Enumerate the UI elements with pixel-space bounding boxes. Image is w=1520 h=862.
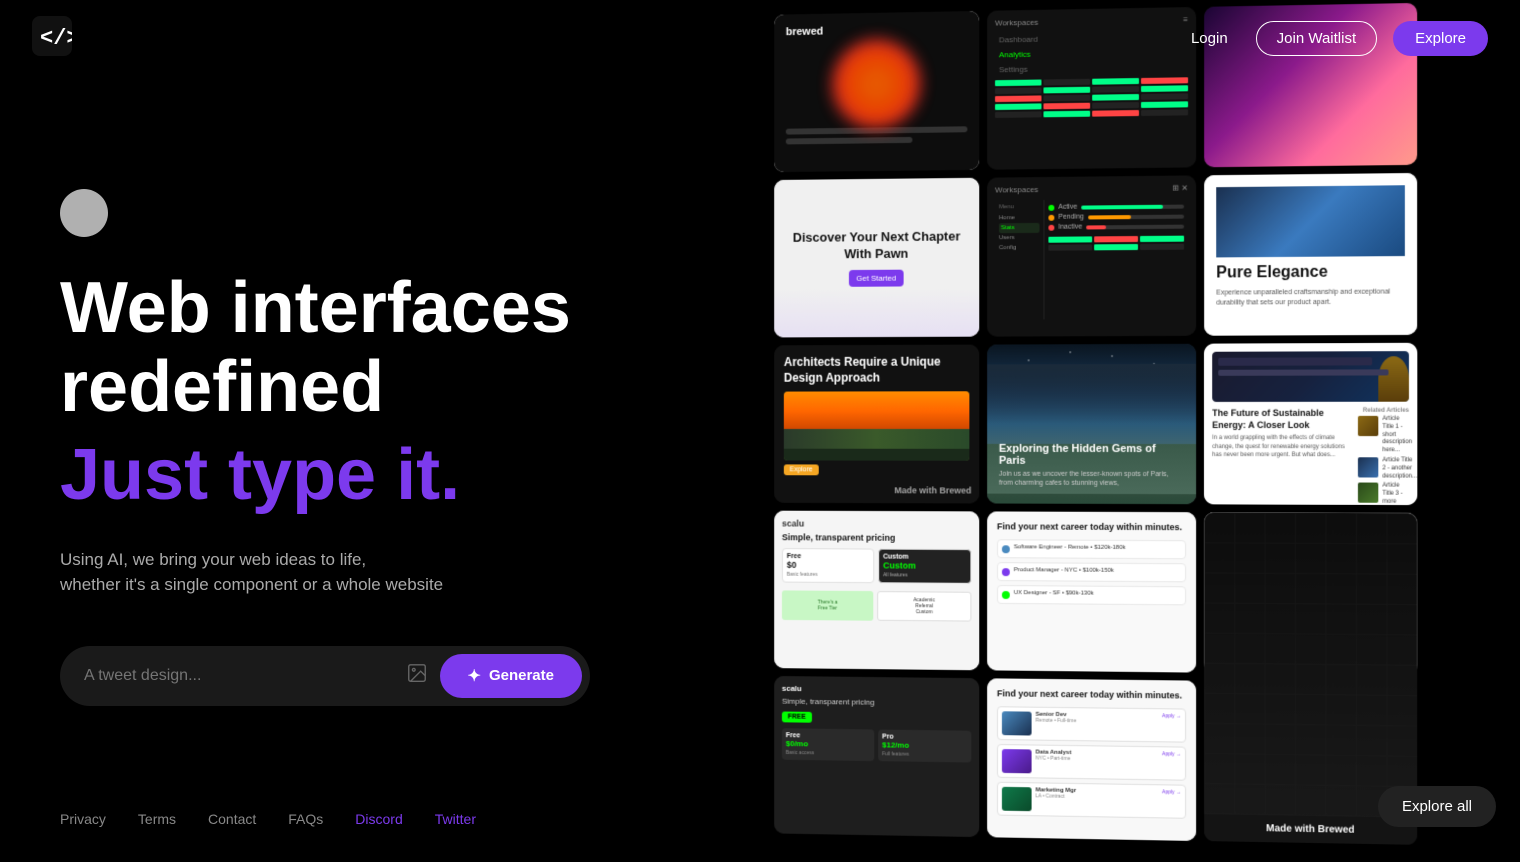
pawn-bg	[774, 287, 979, 337]
list-item[interactable]: Exploring the Hidden Gems of Paris Join …	[987, 344, 1196, 504]
career-item: Software Engineer - Remote • $120k-180k	[997, 539, 1186, 559]
list-item[interactable]: The Future of Sustainable Energy: A Clos…	[1204, 343, 1417, 505]
sustainable-title: The Future of Sustainable Energy: A Clos…	[1212, 408, 1354, 432]
career-title-2: Find your next career today within minut…	[997, 688, 1186, 702]
mountains-text-overlay: Exploring the Hidden Gems of Paris Join …	[999, 443, 1184, 488]
career-title: Find your next career today within minut…	[997, 521, 1186, 533]
scalu-badge: FREE	[782, 711, 812, 722]
gallery: brewed Workspaces ≡ Dashboard Analytics …	[766, 0, 1520, 862]
list-item[interactable]: Pure Elegance Experience unparalleled cr…	[1204, 173, 1417, 336]
career-item: Product Manager - NYC • $100k-150k	[997, 562, 1186, 582]
svg-text:</>: </>	[40, 26, 72, 51]
related-article-3: Article Title 3 - more content here	[1358, 483, 1409, 505]
scalu-logo: scalu	[782, 684, 971, 695]
search-input[interactable]	[84, 667, 406, 685]
pawn-cta-button[interactable]: Get Started	[848, 270, 904, 287]
pure-elegance-title: Pure Elegance	[1216, 262, 1405, 283]
list-item[interactable]: Find your next career today within minut…	[987, 511, 1196, 672]
footer-faqs[interactable]: FAQs	[288, 811, 323, 827]
search-bar: ✦ Generate	[60, 646, 590, 706]
grid-table	[995, 77, 1188, 118]
footer-discord[interactable]: Discord	[355, 811, 402, 827]
architects-cta[interactable]: Explore	[784, 465, 819, 476]
list-item[interactable]: scalu Simple, transparent pricing Free $…	[774, 511, 979, 671]
list-item[interactable]: Discover Your Next Chapter With Pawn Get…	[774, 178, 979, 338]
waitlist-button[interactable]: Join Waitlist	[1256, 21, 1377, 56]
pricing-title: Simple, transparent pricing	[782, 532, 971, 543]
nav-actions: Login Join Waitlist Explore	[1179, 21, 1488, 56]
pricing-logo: scalu	[782, 519, 971, 530]
footer: Privacy Terms Contact FAQs Discord Twitt…	[60, 811, 476, 827]
list-item[interactable]: Architects Require a Unique Design Appro…	[774, 345, 979, 504]
explore-all-button[interactable]: Explore all	[1378, 786, 1496, 827]
pricing-free: Free $0 Basic features	[782, 548, 874, 583]
related-article-2: Article Title 2 - another description...	[1358, 457, 1409, 481]
sparkle-icon: ✦	[468, 666, 481, 686]
hero-section: Web interfaces redefined Just type it. U…	[0, 0, 730, 855]
scalu-tagline: Simple, transparent pricing	[782, 697, 971, 708]
scalu-plans: Free $0/mo Basic access Pro $12/mo Full …	[782, 728, 971, 762]
footer-terms[interactable]: Terms	[138, 811, 176, 827]
career-item: UX Designer - SF • $90k-130k	[997, 585, 1186, 605]
avatar	[60, 189, 108, 237]
related-article-1: Article Title 1 - short description here…	[1358, 416, 1409, 455]
footer-privacy[interactable]: Privacy	[60, 811, 106, 827]
hero-subtitle: Using AI, we bring your web ideas to lif…	[60, 547, 670, 598]
pricing-custom: Custom Custom All features	[878, 549, 971, 584]
brewed-bar2	[786, 137, 913, 145]
pure-elegance-image	[1216, 185, 1405, 257]
login-button[interactable]: Login	[1179, 22, 1240, 55]
hero-title-block: Web interfaces redefined Just type it.	[60, 269, 670, 547]
image-upload-icon[interactable]	[406, 662, 428, 690]
career-list: Software Engineer - Remote • $120k-180k …	[997, 539, 1186, 605]
footer-contact[interactable]: Contact	[208, 811, 256, 827]
pure-elegance-text: Experience unparalleled craftsmanship an…	[1216, 288, 1405, 309]
pawn-title: Discover Your Next Chapter With Pawn	[786, 228, 968, 263]
hero-title-purple: Just type it.	[60, 436, 670, 515]
list-item[interactable]: Find your next career today within minut…	[987, 678, 1196, 841]
hero-title-line1: Web interfaces redefined	[60, 269, 670, 427]
list-item[interactable]: Workspaces ⊞ ✕ Menu Home Stats Users Con…	[987, 175, 1196, 336]
brewed-watermark: Made with Brewed	[894, 485, 971, 495]
list-item[interactable]: scalu Simple, transparent pricing FREE F…	[774, 676, 979, 837]
generate-button[interactable]: ✦ Generate	[440, 654, 582, 698]
architects-title: Architects Require a Unique Design Appro…	[784, 355, 970, 386]
pricing-columns: Free $0 Basic features Custom Custom All…	[782, 548, 971, 584]
logo[interactable]: </>	[32, 16, 72, 61]
navbar: </> Login Join Waitlist Explore	[0, 0, 1520, 77]
footer-twitter[interactable]: Twitter	[435, 811, 476, 827]
nav-explore-button[interactable]: Explore	[1393, 21, 1488, 56]
sustainable-hero-image	[1212, 351, 1409, 402]
architects-image	[784, 391, 970, 460]
